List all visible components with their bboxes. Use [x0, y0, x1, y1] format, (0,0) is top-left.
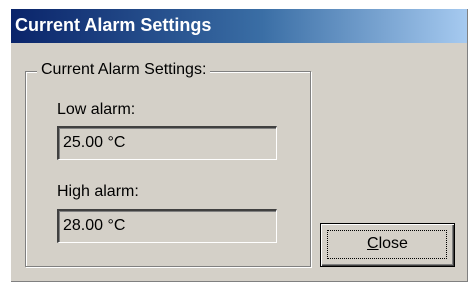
title-bar[interactable]: Current Alarm Settings: [11, 9, 467, 43]
window-title: Current Alarm Settings: [15, 15, 212, 35]
close-label-rest: lose: [378, 235, 408, 252]
low-alarm-label: Low alarm:: [57, 101, 136, 118]
close-button[interactable]: Close: [320, 223, 455, 267]
group-legend: Current Alarm Settings:: [37, 61, 211, 79]
high-alarm-label: High alarm:: [57, 183, 139, 200]
close-mnemonic: C: [367, 235, 379, 252]
high-alarm-field[interactable]: 28.00 °C: [57, 209, 277, 243]
alarm-settings-dialog: Current Alarm Settings Current Alarm Set…: [10, 8, 468, 282]
close-button-label: Close: [321, 235, 454, 253]
low-alarm-field[interactable]: 25.00 °C: [57, 126, 277, 160]
